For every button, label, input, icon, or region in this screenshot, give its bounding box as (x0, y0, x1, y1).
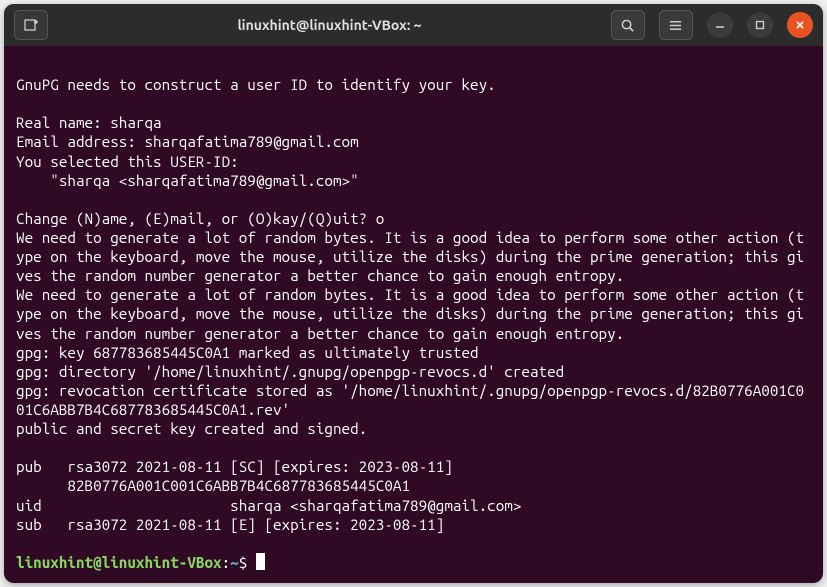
output-line: Real name: sharqa (16, 114, 162, 131)
output-line: gpg: key 687783685445C0A1 marked as ulti… (16, 344, 479, 361)
close-button[interactable] (787, 12, 813, 38)
search-button[interactable] (611, 10, 645, 40)
output-line: sub rsa3072 2021-08-11 [E] [expires: 202… (16, 516, 444, 533)
cursor (256, 553, 265, 570)
output-line: gpg: directory '/home/linuxhint/.gnupg/o… (16, 363, 564, 380)
output-line: We need to generate a lot of random byte… (16, 286, 804, 341)
output-line: GnuPG needs to construct a user ID to id… (16, 76, 496, 93)
minimize-button[interactable] (707, 12, 733, 38)
new-tab-icon (23, 17, 39, 33)
maximize-icon (754, 19, 766, 31)
titlebar: linuxhint@linuxhint-VBox: ~ (4, 4, 823, 46)
close-icon (794, 19, 806, 31)
menu-button[interactable] (659, 10, 693, 40)
search-icon (620, 18, 635, 33)
new-tab-button[interactable] (14, 10, 48, 40)
terminal-output[interactable]: GnuPG needs to construct a user ID to id… (4, 46, 823, 583)
maximize-button[interactable] (747, 12, 773, 38)
prompt-colon: : (222, 554, 231, 571)
output-line: public and secret key created and signed… (16, 420, 367, 437)
output-line: "sharqa <sharqafatima789@gmail.com>" (16, 172, 359, 189)
output-line: You selected this USER-ID: (16, 153, 239, 170)
output-line: 82B0776A001C001C6ABB7B4C687783685445C0A1 (16, 477, 410, 494)
window-title: linuxhint@linuxhint-VBox: ~ (237, 17, 421, 33)
output-line: Email address: sharqafatima789@gmail.com (16, 133, 359, 150)
prompt-user: linuxhint@linuxhint-VBox (16, 554, 222, 571)
output-line: pub rsa3072 2021-08-11 [SC] [expires: 20… (16, 458, 453, 475)
prompt-path: ~ (230, 554, 239, 571)
hamburger-icon (668, 18, 683, 33)
terminal-window: linuxhint@linuxhint-VBox: ~ GnuPG needs … (4, 4, 823, 583)
minimize-icon (714, 19, 726, 31)
output-line: Change (N)ame, (E)mail, or (O)kay/(Q)uit… (16, 210, 384, 227)
output-line: uid sharqa <sharqafatima789@gmail.com> (16, 497, 521, 514)
output-line: We need to generate a lot of random byte… (16, 229, 804, 284)
prompt-dollar: $ (239, 554, 256, 571)
output-line: gpg: revocation certificate stored as '/… (16, 382, 804, 418)
